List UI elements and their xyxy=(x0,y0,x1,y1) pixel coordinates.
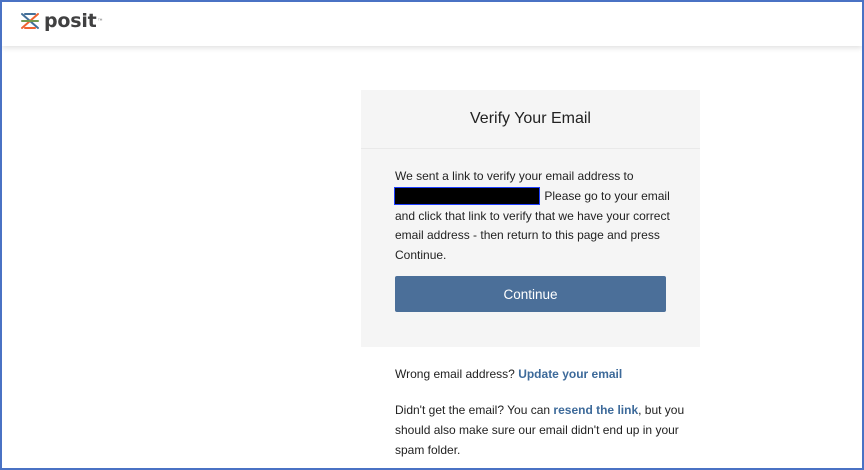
continue-button[interactable]: Continue xyxy=(395,276,666,312)
message-prefix: We sent a link to verify your email addr… xyxy=(395,169,634,183)
brand-name: posit xyxy=(44,10,97,32)
posit-logo-icon xyxy=(21,13,39,29)
not-received-prefix: Didn't get the email? You can xyxy=(395,403,551,417)
posit-logo[interactable]: posit ™ xyxy=(20,11,103,31)
resend-help-text: Didn't get the email? You can resend the… xyxy=(395,401,685,460)
verification-message: We sent a link to verify your email addr… xyxy=(394,167,670,266)
resend-link[interactable]: resend the link xyxy=(553,403,638,417)
trademark-symbol: ™ xyxy=(97,18,103,24)
card-title: Verify Your Email xyxy=(361,90,700,149)
redacted-email xyxy=(394,186,540,205)
top-navbar: posit ™ xyxy=(2,2,862,46)
update-email-link[interactable]: Update your email xyxy=(518,367,622,381)
browser-viewport: posit ™ Verify Your Email We sent a link … xyxy=(0,0,864,470)
wrong-email-text: Wrong email address? Update your email xyxy=(395,365,685,385)
verify-email-card: Verify Your Email We sent a link to veri… xyxy=(361,90,700,347)
wrong-email-prefix: Wrong email address? xyxy=(395,367,515,381)
